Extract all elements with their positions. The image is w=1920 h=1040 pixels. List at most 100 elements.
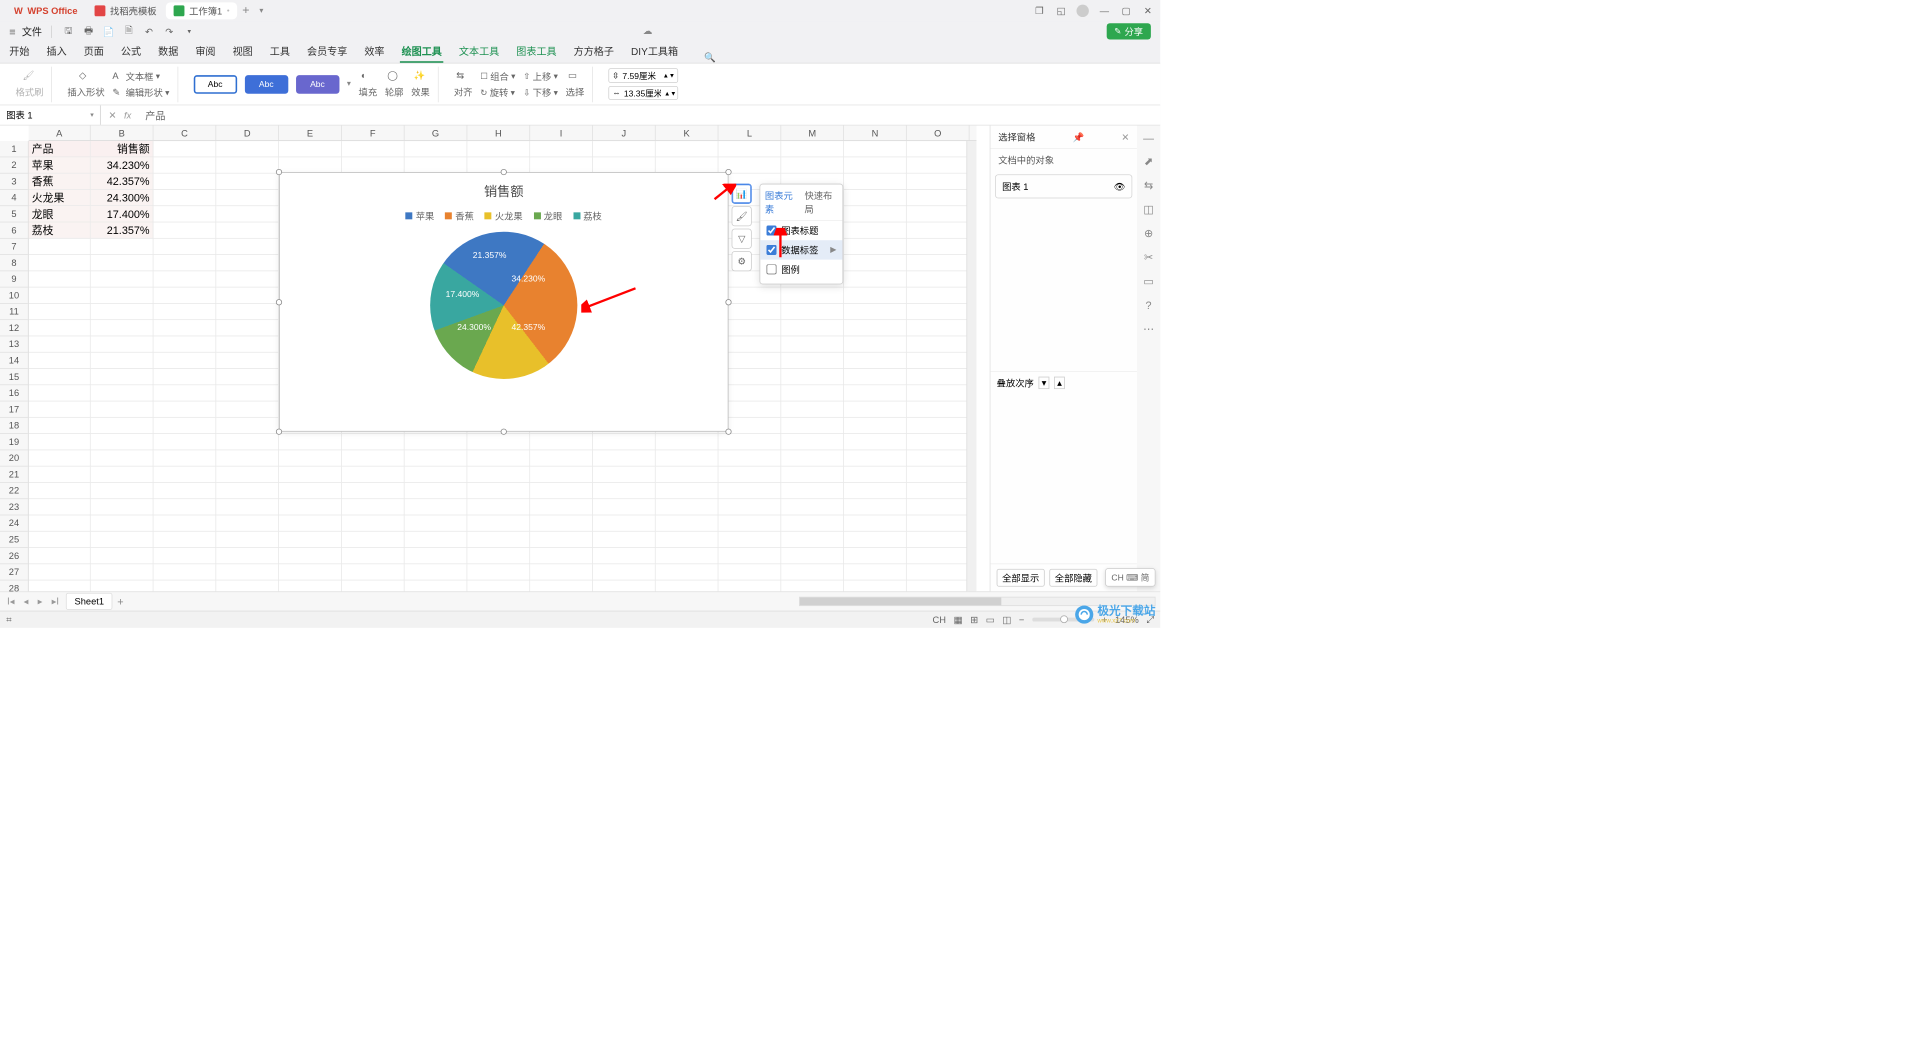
- hide-all-button[interactable]: 全部隐藏: [1049, 569, 1097, 587]
- close-pane-icon[interactable]: ✕: [1121, 131, 1129, 142]
- effects-button[interactable]: ✨效果: [411, 70, 430, 99]
- formula-input[interactable]: 产品: [139, 105, 1160, 126]
- shape-style-1[interactable]: Abc: [193, 75, 236, 94]
- chevron-right-icon[interactable]: ▶: [830, 246, 836, 255]
- export-icon[interactable]: 🗎: [122, 24, 136, 38]
- rect-icon[interactable]: ▭: [1143, 275, 1153, 288]
- tab-template[interactable]: 找稻壳模板: [87, 2, 165, 19]
- edit-shape-button[interactable]: ✎编辑形状 ▾: [112, 86, 169, 99]
- file-menu[interactable]: 文件: [22, 24, 42, 39]
- zoom-out-icon[interactable]: −: [1019, 614, 1024, 625]
- popup-tab-elements[interactable]: 图表元素: [765, 189, 798, 215]
- avatar[interactable]: [1076, 5, 1088, 17]
- ime-pill[interactable]: CH ⌨ 简: [1105, 568, 1155, 587]
- window-copy-icon[interactable]: ❐: [1033, 5, 1045, 17]
- select-button[interactable]: ▭选择: [566, 70, 585, 99]
- chart-settings-icon[interactable]: ⚙: [732, 251, 752, 271]
- stack-up-icon[interactable]: ▴: [1054, 377, 1065, 389]
- cube-icon[interactable]: ◱: [1055, 5, 1067, 17]
- shape-style-3[interactable]: Abc: [296, 75, 339, 94]
- chart-title[interactable]: 销售额: [280, 173, 728, 200]
- more-icon[interactable]: ⋯: [1143, 322, 1154, 335]
- menu-eff[interactable]: 效率: [364, 43, 384, 62]
- sheet-last-icon[interactable]: ▸Ⅰ: [49, 596, 61, 607]
- menu-review[interactable]: 审阅: [195, 43, 215, 62]
- chart-object[interactable]: 销售额 苹果香蕉火龙果龙眼荔枝 34.230%42.357%24.300%17.…: [279, 172, 729, 432]
- menu-data[interactable]: 数据: [158, 43, 178, 62]
- group-button[interactable]: ☐ 组合 ▾: [480, 69, 515, 82]
- view-read-icon[interactable]: ◫: [1002, 614, 1011, 625]
- pin-icon[interactable]: 📌: [1073, 131, 1085, 142]
- chk-chart-title[interactable]: 图表标题: [760, 221, 842, 240]
- cancel-fx-icon[interactable]: ✕: [109, 110, 117, 121]
- hamburger-icon[interactable]: ≡: [9, 25, 15, 37]
- fx-icon[interactable]: fx: [124, 110, 131, 121]
- align-button[interactable]: ⇆对齐: [454, 70, 473, 99]
- outline-button[interactable]: ◯轮廓: [385, 70, 404, 99]
- add-sheet-button[interactable]: +: [117, 595, 123, 607]
- settings2-icon[interactable]: ⇆: [1144, 179, 1153, 192]
- chart-brush-icon[interactable]: 🖌: [732, 206, 752, 226]
- menu-chart[interactable]: 图表工具: [516, 43, 556, 62]
- menu-text[interactable]: 文本工具: [459, 43, 499, 62]
- chart-elements-icon[interactable]: 📊: [732, 184, 752, 204]
- row-headers[interactable]: 1234567891011121314151617181920212223242…: [0, 141, 29, 591]
- sheet-first-icon[interactable]: Ⅰ◂: [5, 596, 17, 607]
- sheet-prev-icon[interactable]: ◂: [21, 596, 30, 607]
- menu-draw[interactable]: 绘图工具: [402, 43, 442, 62]
- shape-style-more[interactable]: ▾: [347, 80, 351, 89]
- bring-fwd-button[interactable]: ⇧ 上移 ▾: [523, 69, 558, 82]
- menu-member[interactable]: 会员专享: [307, 43, 347, 62]
- fill-button[interactable]: ◐填充: [359, 70, 378, 99]
- rotate-button[interactable]: ↻ 旋转 ▾: [480, 86, 515, 99]
- menu-ff[interactable]: 方方格子: [574, 43, 614, 62]
- popup-tab-layout[interactable]: 快速布局: [804, 189, 837, 215]
- minimize-icon[interactable]: —: [1098, 5, 1110, 17]
- menu-start[interactable]: 开始: [9, 43, 29, 62]
- redo-icon[interactable]: ↷: [162, 24, 176, 38]
- menu-page[interactable]: 页面: [84, 43, 104, 62]
- shape-style-2[interactable]: Abc: [245, 75, 288, 94]
- menu-formula[interactable]: 公式: [121, 43, 141, 62]
- preview-icon[interactable]: 📄: [102, 24, 116, 38]
- collapse-icon[interactable]: —: [1143, 132, 1154, 144]
- layout-icon[interactable]: ◫: [1143, 203, 1153, 216]
- eye-icon[interactable]: 👁: [1113, 181, 1125, 192]
- menu-diy[interactable]: DIY工具箱: [631, 43, 678, 62]
- scissors-icon[interactable]: ✂: [1144, 251, 1153, 264]
- pane-item-chart[interactable]: 图表 1👁: [995, 174, 1132, 198]
- view-grid-icon[interactable]: ⊞: [970, 614, 978, 625]
- spreadsheet-grid[interactable]: ABCDEFGHIJKLMNO 123456789101112131415161…: [0, 126, 990, 592]
- sheet-next-icon[interactable]: ▸: [35, 596, 44, 607]
- undo-icon[interactable]: ↶: [142, 24, 156, 38]
- maximize-icon[interactable]: ▢: [1120, 5, 1132, 17]
- tab-wps[interactable]: WWPS Office: [6, 2, 85, 19]
- menu-insert[interactable]: 插入: [47, 43, 67, 62]
- tab-menu-button[interactable]: ▾: [254, 4, 268, 18]
- insert-shape-button[interactable]: ◇插入形状: [67, 70, 104, 99]
- save-icon[interactable]: 🖫: [61, 24, 75, 38]
- print-icon[interactable]: 🖶: [82, 24, 96, 38]
- height-input[interactable]: ⇳ ▲▼: [608, 68, 678, 83]
- view-page-icon[interactable]: ▭: [986, 614, 995, 625]
- select-tool-icon[interactable]: ⬈: [1144, 155, 1153, 168]
- menu-view[interactable]: 视图: [233, 43, 253, 62]
- close-icon[interactable]: ✕: [1142, 5, 1154, 17]
- fn-icon[interactable]: ⊕: [1144, 227, 1153, 240]
- help-icon[interactable]: ?: [1146, 299, 1152, 311]
- name-box[interactable]: 图表 1▾: [0, 105, 101, 124]
- show-all-button[interactable]: 全部显示: [997, 569, 1045, 587]
- width-input[interactable]: ⇔ ▲▼: [608, 86, 678, 100]
- pie-chart[interactable]: 34.230%42.357%24.300%17.400%21.357%: [430, 232, 577, 379]
- column-headers[interactable]: ABCDEFGHIJKLMNO: [29, 126, 977, 142]
- sheet-tab[interactable]: Sheet1: [66, 593, 113, 610]
- cloud-icon[interactable]: ☁: [643, 25, 655, 37]
- send-back-button[interactable]: ⇩ 下移 ▾: [523, 86, 558, 99]
- chk-data-labels[interactable]: 数据标签▶: [760, 240, 842, 259]
- dropdown-icon[interactable]: ▾: [182, 24, 196, 38]
- textbox-button[interactable]: A文本框 ▾: [112, 69, 169, 82]
- vertical-scrollbar[interactable]: [966, 141, 976, 591]
- new-tab-button[interactable]: +: [239, 4, 253, 18]
- search-icon[interactable]: 🔍: [704, 52, 716, 63]
- share-button[interactable]: ✎ 分享: [1107, 23, 1151, 39]
